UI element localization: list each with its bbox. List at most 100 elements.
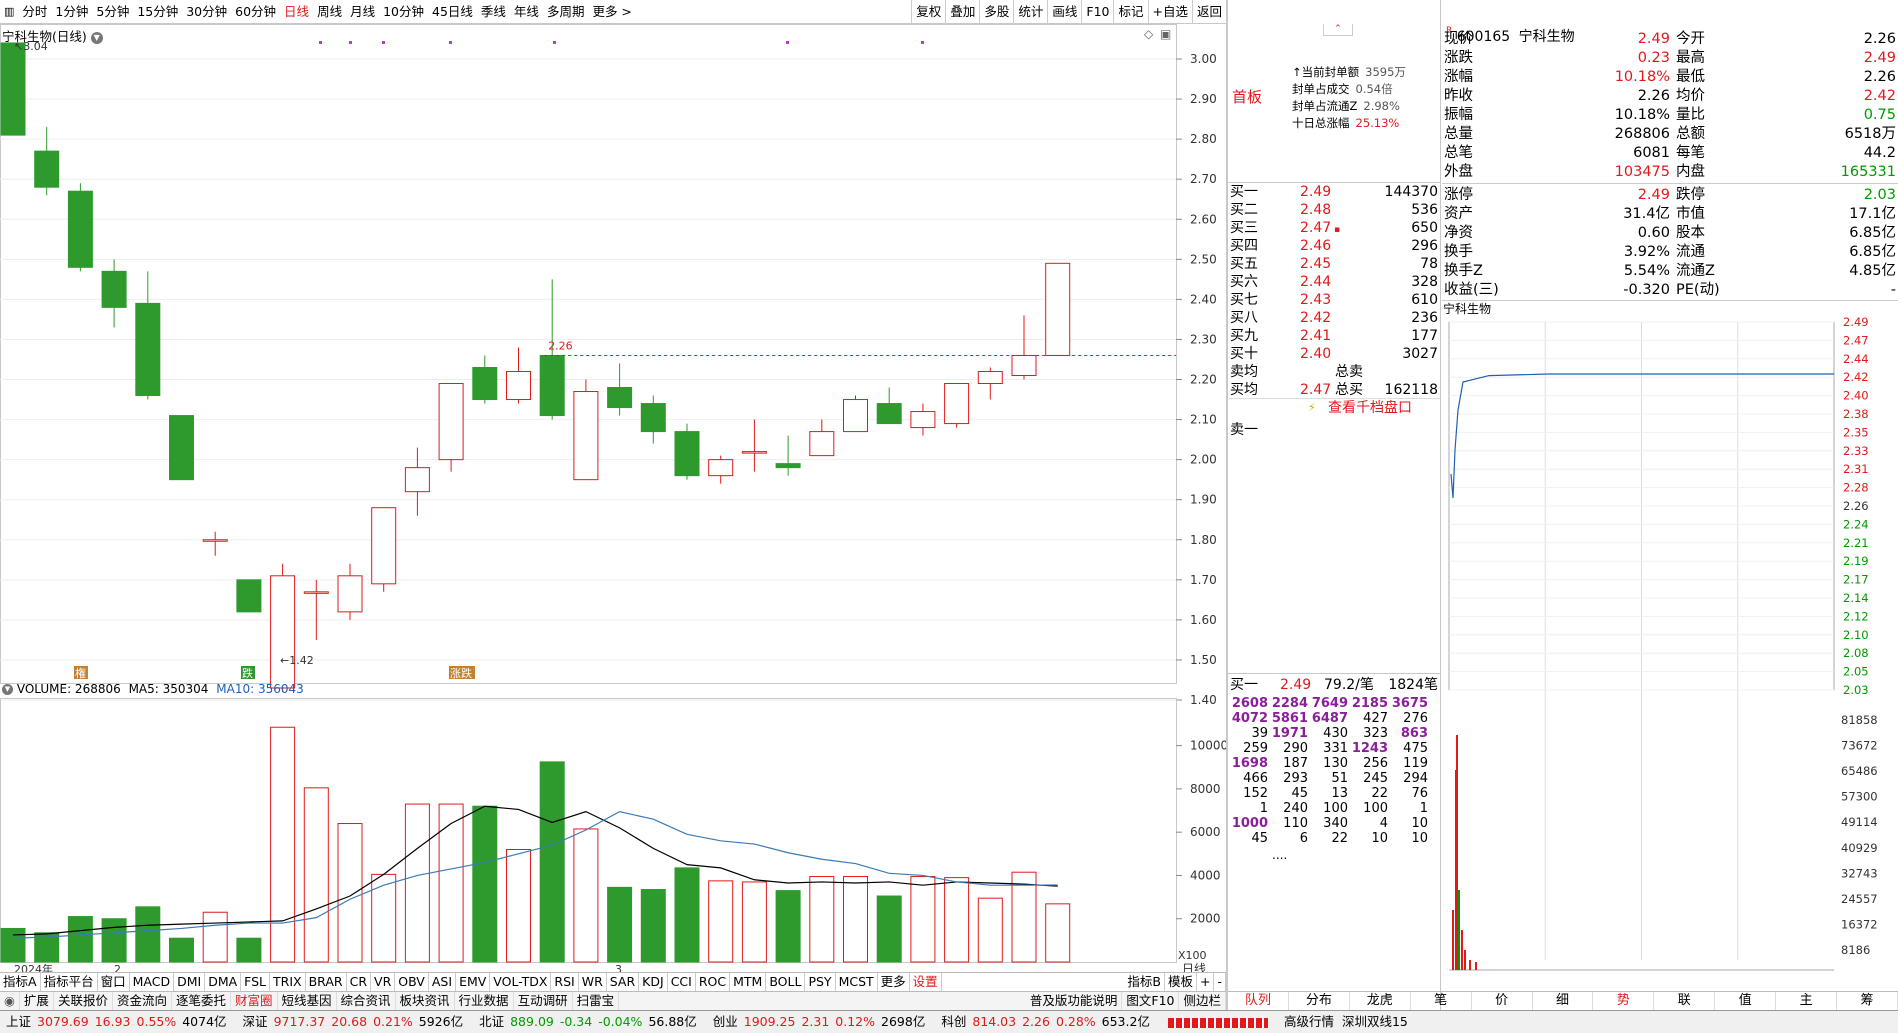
candle-body[interactable]	[169, 415, 194, 481]
info-tab[interactable]: 扫雷宝	[573, 992, 620, 1010]
indicator-tab[interactable]: 窗口	[98, 973, 130, 991]
event-dot[interactable]	[449, 41, 452, 44]
candle-body[interactable]	[337, 575, 363, 613]
candle-body[interactable]	[640, 403, 666, 433]
index-quote[interactable]: 上证 3079.69 16.93 0.55% 4074亿	[0, 1014, 227, 1029]
index-quote[interactable]: 深证 9717.37 20.68 0.21% 5926亿	[237, 1014, 464, 1029]
event-dot[interactable]	[553, 41, 556, 44]
info-tab[interactable]: 综合资讯	[337, 992, 396, 1010]
indicator-right-tab[interactable]: +	[1197, 973, 1215, 991]
volume-bar[interactable]	[640, 889, 666, 963]
indicator-tab[interactable]: TRIX	[270, 973, 306, 991]
kline-chart[interactable]: 3.00 2.90 2.80 2.70 2.60 2.50 2.40 2.30 2.20 2.10…	[0, 24, 1226, 972]
candle-body[interactable]	[910, 411, 936, 429]
right-panel-tab[interactable]: 联	[1654, 992, 1716, 1010]
volume-bar[interactable]	[270, 726, 296, 963]
volume-bar[interactable]	[910, 876, 936, 963]
right-panel-tab[interactable]: 笔	[1411, 992, 1472, 1010]
period-label[interactable]: 日线	[1182, 962, 1206, 972]
volume-bar[interactable]	[944, 877, 970, 963]
candle-body[interactable]	[404, 467, 430, 493]
candle-body[interactable]	[1045, 262, 1071, 356]
volume-bar[interactable]	[977, 897, 1003, 963]
period-tab[interactable]: 分时	[18, 0, 51, 24]
info-tab[interactable]: 行业数据	[455, 992, 514, 1010]
right-panel-tab[interactable]: 主	[1776, 992, 1838, 1010]
period-tab[interactable]: 年线	[510, 0, 543, 24]
tool-button[interactable]: 标记	[1113, 0, 1147, 24]
candle-body[interactable]	[539, 354, 565, 417]
info-tab[interactable]: 资金流向	[113, 992, 172, 1010]
indicator-tab[interactable]: CR	[347, 973, 372, 991]
right-panel-tab[interactable]: 价	[1472, 992, 1533, 1010]
candle-body[interactable]	[843, 399, 868, 433]
volume-bar[interactable]	[67, 916, 93, 963]
volume-bar[interactable]	[472, 805, 498, 963]
volume-bar[interactable]	[607, 886, 633, 963]
event-marker[interactable]: 権	[75, 666, 86, 680]
candle-body[interactable]	[371, 507, 397, 585]
period-tab[interactable]: 更多 >	[588, 0, 635, 24]
volume-bar[interactable]	[202, 911, 228, 963]
info-tab[interactable]: 财富圈	[231, 992, 278, 1010]
period-tab[interactable]: 日线	[280, 0, 313, 24]
candle-body[interactable]	[708, 459, 734, 477]
event-dot[interactable]	[349, 41, 352, 44]
volume-bar[interactable]	[404, 803, 430, 963]
info-tab[interactable]: 关联报价	[54, 992, 113, 1010]
tool-button[interactable]: F10	[1081, 0, 1113, 24]
candle-body[interactable]	[674, 431, 700, 477]
volume-bar[interactable]	[809, 876, 835, 963]
indicator-tab[interactable]: 指标平台	[41, 973, 98, 991]
indicator-tab[interactable]: MACD	[130, 973, 175, 991]
info-right-tab[interactable]: 侧边栏	[1179, 992, 1226, 1010]
candle-body[interactable]	[506, 370, 531, 401]
indicator-tab[interactable]: BOLL	[766, 973, 806, 991]
indicator-right-tab[interactable]: 模板	[1165, 973, 1197, 991]
period-tab[interactable]: 60分钟	[231, 0, 280, 24]
bid-price[interactable]: 2.40	[1300, 345, 1331, 363]
indicator-tab[interactable]: SAR	[607, 973, 640, 991]
candle-body[interactable]	[135, 302, 161, 397]
candle-body[interactable]	[1011, 354, 1037, 376]
volume-dropdown-icon[interactable]: ▼	[2, 684, 13, 695]
indicator-tab[interactable]: ASI	[429, 973, 457, 991]
right-panel-tab[interactable]: 筹	[1837, 992, 1898, 1010]
period-tab[interactable]: 5分钟	[92, 0, 133, 24]
bid-price[interactable]: 2.48	[1300, 201, 1331, 219]
event-marker[interactable]: 涨跌	[450, 666, 472, 680]
indicator-tab[interactable]: RSI	[551, 973, 579, 991]
volume-bar[interactable]	[371, 873, 397, 963]
volume-bar[interactable]	[708, 880, 734, 963]
right-panel-tab[interactable]: 值	[1715, 992, 1777, 1010]
candle-body[interactable]	[34, 150, 60, 188]
diamond-icon[interactable]: ◇	[1144, 27, 1154, 41]
indicator-tab[interactable]: ROC	[696, 973, 731, 991]
info-right-tab[interactable]: 普及版功能说明	[1026, 992, 1123, 1010]
candle-body[interactable]	[944, 383, 970, 425]
right-panel-tab[interactable]: 龙虎	[1350, 992, 1411, 1010]
info-tab[interactable]: 互动调研	[514, 992, 573, 1010]
indicator-tab[interactable]: MCST	[836, 973, 878, 991]
period-tab[interactable]: 季线	[477, 0, 510, 24]
candle-body[interactable]	[741, 451, 767, 454]
intraday-chart[interactable]: 宁科生物 2.49 2.47 2.44 2.42 2.40 2.38 2.35 2.33 2.31…	[1441, 300, 1898, 990]
candle-body[interactable]	[573, 391, 599, 481]
bid-price[interactable]: 2.47 ▪	[1300, 219, 1340, 237]
volume-bar[interactable]	[135, 906, 161, 963]
right-panel-tab[interactable]: 细	[1533, 992, 1594, 1010]
index-quote[interactable]: 北证 889.09 -0.34 -0.04% 56.88亿	[473, 1014, 697, 1029]
volume-bar[interactable]	[303, 787, 329, 963]
bid-price[interactable]: 2.46	[1300, 237, 1331, 255]
indicator-tab[interactable]: VOL-TDX	[490, 973, 552, 991]
volume-bar[interactable]	[101, 918, 127, 963]
period-tab[interactable]: 周线	[313, 0, 346, 24]
candle-body[interactable]	[472, 366, 498, 401]
bid-price[interactable]: 2.42	[1300, 309, 1331, 327]
right-panel-tab[interactable]: 分布	[1289, 992, 1350, 1010]
info-tab[interactable]: 短线基因	[278, 992, 337, 1010]
period-tab[interactable]: 多周期	[543, 0, 589, 24]
tool-button[interactable]: 叠加	[945, 0, 979, 24]
window-icon[interactable]: ▣	[1160, 27, 1171, 41]
candle-body[interactable]	[236, 579, 262, 613]
